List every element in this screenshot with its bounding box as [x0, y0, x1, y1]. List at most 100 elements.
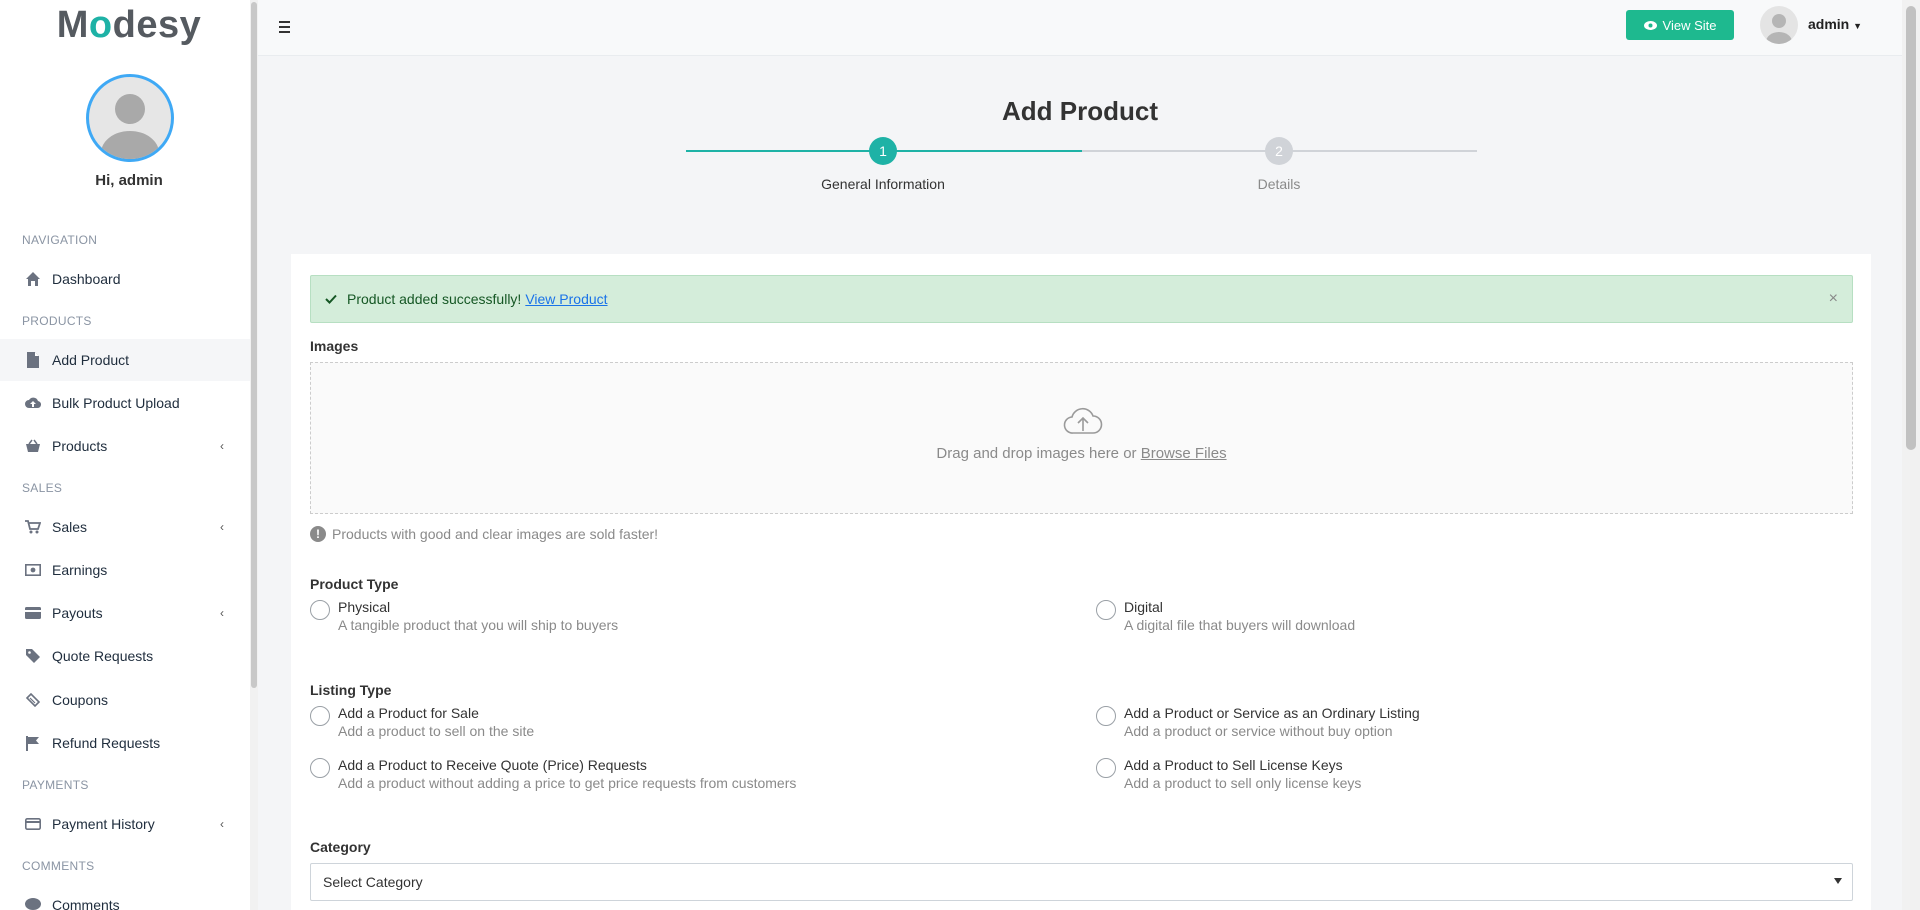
product-type-label: Product Type — [310, 576, 399, 592]
sidebar-item-payment-history[interactable]: Payment History ‹ — [0, 803, 250, 845]
close-icon[interactable]: × — [1829, 290, 1838, 308]
section-payments: PAYMENTS — [22, 778, 89, 792]
view-product-link[interactable]: View Product — [525, 291, 607, 307]
caret-down-icon: ▼ — [1853, 21, 1863, 31]
sidebar-item-refund-requests[interactable]: Refund Requests — [0, 722, 250, 764]
sidebar-item-label: Earnings — [52, 562, 108, 578]
top-bar: View Site admin ▼ — [258, 0, 1902, 56]
radio-title: Add a Product to Sell License Keys — [1124, 757, 1343, 773]
images-hint: ! Products with good and clear images ar… — [310, 526, 658, 542]
radio-description: Add a product to sell on the site — [338, 723, 535, 739]
flag-icon — [24, 734, 42, 752]
category-label: Category — [310, 839, 371, 855]
page-scrollbar-thumb[interactable] — [1906, 6, 1916, 450]
product-form-card: Product added successfully! View Product… — [291, 254, 1871, 910]
greeting: Hi, admin — [95, 172, 163, 189]
check-icon — [325, 291, 337, 307]
step-2-label: Details — [1257, 176, 1301, 192]
radio-quote-requests[interactable]: Add a Product to Receive Quote (Price) R… — [310, 757, 796, 791]
sidebar-item-dashboard[interactable]: Dashboard — [0, 258, 250, 300]
sidebar-item-quote-requests[interactable]: Quote Requests — [0, 635, 250, 677]
step-1-label: General Information — [821, 176, 945, 192]
sidebar-item-label: Sales — [52, 519, 88, 535]
browse-files-link[interactable]: Browse Files — [1141, 445, 1227, 462]
user-name: admin — [1808, 16, 1850, 32]
basket-icon — [24, 437, 42, 455]
home-icon — [24, 270, 42, 288]
radio-button[interactable] — [1096, 758, 1116, 778]
view-site-label: View Site — [1662, 17, 1717, 33]
radio-title: Physical — [338, 599, 391, 615]
radio-title: Add a Product for Sale — [338, 705, 479, 721]
ticket-icon — [24, 691, 42, 709]
sidebar-item-label: Comments — [52, 897, 120, 910]
sidebar-item-comments[interactable]: Comments — [0, 884, 250, 910]
cart-icon — [24, 518, 42, 536]
sidebar-item-add-product[interactable]: Add Product — [0, 339, 250, 381]
sidebar-item-sales[interactable]: Sales ‹ — [0, 506, 250, 548]
cloud-upload-icon — [1063, 407, 1103, 440]
sidebar: Modesy Hi, admin NAVIGATION Dashboard PR… — [0, 0, 258, 910]
chevron-left-icon: ‹ — [220, 520, 224, 534]
cloud-upload-icon — [24, 394, 42, 412]
radio-physical[interactable]: Physical A tangible product that you will… — [310, 599, 618, 633]
money-icon — [24, 561, 42, 579]
radio-button[interactable] — [310, 706, 330, 726]
category-select[interactable]: Select Category — [310, 863, 1853, 901]
success-alert: Product added successfully! View Product… — [310, 275, 1853, 323]
dropzone-text: Drag and drop images here or Browse File… — [311, 445, 1852, 462]
step-1-circle: 1 — [869, 137, 897, 165]
sidebar-item-earnings[interactable]: Earnings — [0, 549, 250, 591]
eye-icon — [1643, 18, 1657, 33]
section-products: PRODUCTS — [22, 314, 92, 328]
sidebar-item-coupons[interactable]: Coupons — [0, 679, 250, 721]
tag-icon — [24, 647, 42, 665]
file-icon — [24, 351, 42, 369]
user-menu[interactable]: admin ▼ — [1808, 16, 1862, 32]
dropzone-instruction: Drag and drop images here or — [936, 445, 1137, 462]
listing-type-label: Listing Type — [310, 682, 392, 698]
chevron-left-icon: ‹ — [220, 817, 224, 831]
avatar[interactable] — [1760, 6, 1798, 44]
hamburger-menu-icon[interactable] — [276, 16, 298, 38]
sidebar-item-label: Payment History — [52, 816, 155, 832]
sidebar-item-bulk-upload[interactable]: Bulk Product Upload — [0, 382, 250, 424]
image-dropzone[interactable]: Drag and drop images here or Browse File… — [310, 362, 1853, 514]
radio-description: Add a product or service without buy opt… — [1124, 723, 1393, 739]
section-sales: SALES — [22, 481, 63, 495]
images-label: Images — [310, 338, 359, 354]
sidebar-item-label: Dashboard — [52, 271, 121, 287]
sidebar-item-label: Coupons — [52, 692, 109, 708]
sidebar-item-label: Quote Requests — [52, 648, 154, 664]
radio-ordinary-listing[interactable]: Add a Product or Service as an Ordinary … — [1096, 705, 1420, 739]
comment-icon — [24, 896, 42, 910]
sidebar-scrollbar-thumb[interactable] — [251, 2, 257, 688]
radio-description: A digital file that buyers will download — [1124, 617, 1356, 633]
sidebar-item-label: Refund Requests — [52, 735, 161, 751]
sidebar-item-products[interactable]: Products ‹ — [0, 425, 250, 467]
sidebar-item-label: Payouts — [52, 605, 103, 621]
radio-description: Add a product without adding a price to … — [338, 775, 797, 791]
page-title: Add Product — [1002, 96, 1158, 126]
radio-license-keys[interactable]: Add a Product to Sell License Keys Add a … — [1096, 757, 1361, 791]
info-icon: ! — [310, 526, 326, 542]
sidebar-item-label: Bulk Product Upload — [52, 395, 180, 411]
step-2-circle: 2 — [1265, 137, 1293, 165]
radio-description: Add a product to sell only license keys — [1124, 775, 1362, 791]
sidebar-item-payouts[interactable]: Payouts ‹ — [0, 592, 250, 634]
radio-digital[interactable]: Digital A digital file that buyers will d… — [1096, 599, 1355, 633]
radio-button[interactable] — [1096, 600, 1116, 620]
radio-product-for-sale[interactable]: Add a Product for Sale Add a product to s… — [310, 705, 534, 739]
radio-title: Add a Product or Service as an Ordinary … — [1124, 705, 1420, 721]
alert-text: Product added successfully! — [347, 291, 522, 307]
images-hint-text: Products with good and clear images are … — [332, 526, 659, 542]
category-select-value: Select Category — [323, 874, 423, 890]
chevron-left-icon: ‹ — [220, 606, 224, 620]
radio-button[interactable] — [310, 758, 330, 778]
logo[interactable]: Modesy — [0, 4, 258, 47]
view-site-button[interactable]: View Site — [1626, 10, 1734, 40]
radio-title: Digital — [1124, 599, 1163, 615]
caret-down-icon — [1834, 878, 1842, 884]
radio-button[interactable] — [1096, 706, 1116, 726]
radio-button[interactable] — [310, 600, 330, 620]
